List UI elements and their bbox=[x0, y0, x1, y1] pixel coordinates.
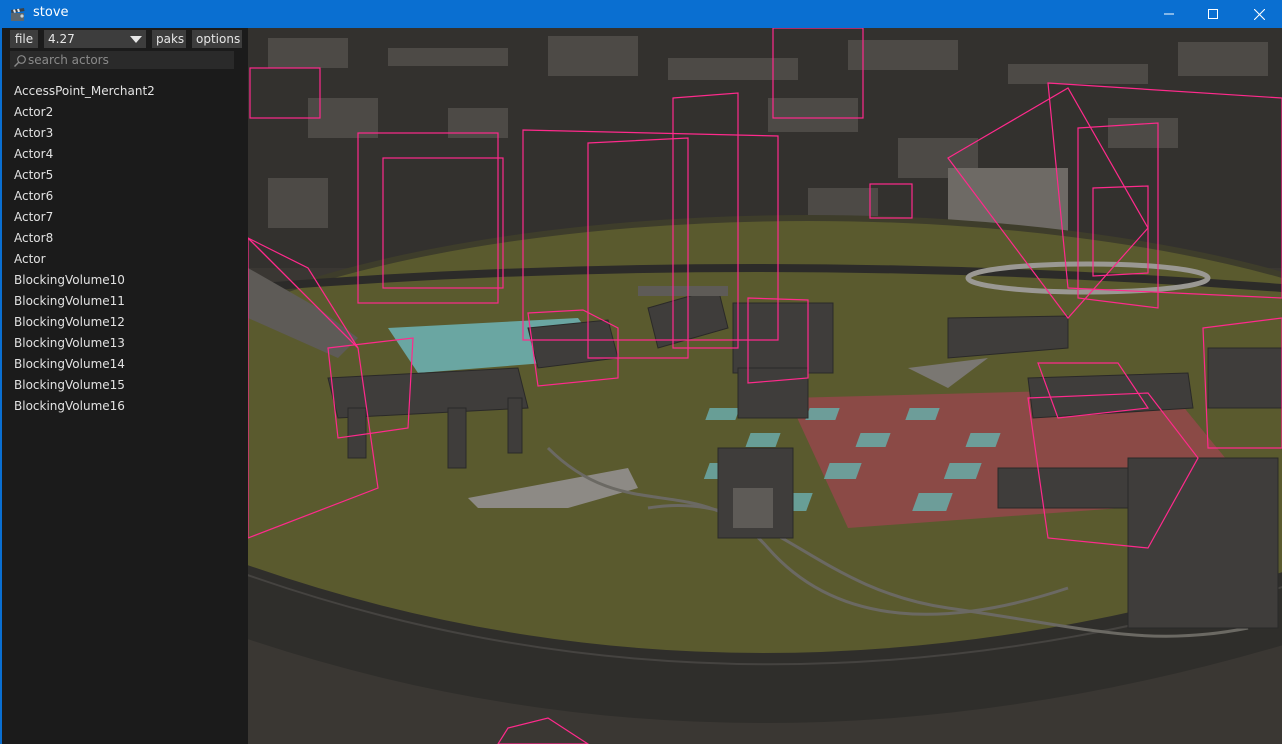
close-button[interactable] bbox=[1236, 0, 1282, 28]
actor-list-item[interactable]: BlockingVolume12 bbox=[14, 312, 246, 333]
actor-panel: file 4.27 paks options AccessPoint_Merch… bbox=[0, 28, 248, 744]
actor-list-item[interactable]: AccessPoint_Merchant2 bbox=[14, 81, 246, 102]
paks-button[interactable]: paks bbox=[152, 30, 186, 48]
actor-list-item[interactable]: BlockingVolume15 bbox=[14, 375, 246, 396]
app-window: stove file 4.27 paks options search acto… bbox=[0, 0, 1282, 744]
maximize-icon bbox=[1208, 9, 1218, 19]
actor-list-item[interactable]: BlockingVolume16 bbox=[14, 396, 246, 417]
title-bar: stove bbox=[0, 0, 1282, 28]
actor-list-item[interactable]: Actor2 bbox=[14, 102, 246, 123]
actor-list-item[interactable]: BlockingVolume13 bbox=[14, 333, 246, 354]
chevron-down-icon bbox=[130, 36, 142, 43]
actor-list-item[interactable]: BlockingVolume10 bbox=[14, 270, 246, 291]
close-icon bbox=[1253, 8, 1265, 20]
actor-list-item[interactable]: Actor3 bbox=[14, 123, 246, 144]
maximize-button[interactable] bbox=[1190, 0, 1236, 28]
actor-list-item[interactable]: BlockingVolume11 bbox=[14, 291, 246, 312]
actor-list-item[interactable]: Actor7 bbox=[14, 207, 246, 228]
search-icon bbox=[13, 53, 27, 67]
version-dropdown[interactable]: 4.27 bbox=[44, 30, 146, 48]
clapperboard-icon bbox=[10, 7, 26, 21]
minimize-icon bbox=[1164, 9, 1174, 19]
search-box bbox=[10, 51, 234, 69]
file-button[interactable]: file bbox=[10, 30, 38, 48]
actor-list-item[interactable]: Actor bbox=[14, 249, 246, 270]
minimize-button[interactable] bbox=[1146, 0, 1192, 28]
3d-viewport[interactable] bbox=[248, 28, 1282, 744]
window-title: stove bbox=[33, 5, 69, 20]
actor-list-item[interactable]: Actor6 bbox=[14, 186, 246, 207]
actor-list: AccessPoint_Merchant2 Actor2 Actor3 Actor4 A… bbox=[14, 81, 246, 417]
actor-list-item[interactable]: Actor8 bbox=[14, 228, 246, 249]
actor-list-item[interactable]: Actor5 bbox=[14, 165, 246, 186]
actor-list-item[interactable]: Actor4 bbox=[14, 144, 246, 165]
version-value: 4.27 bbox=[48, 32, 75, 46]
actor-list-item[interactable]: BlockingVolume14 bbox=[14, 354, 246, 375]
search-input[interactable] bbox=[28, 51, 228, 69]
options-button[interactable]: options bbox=[192, 30, 242, 48]
